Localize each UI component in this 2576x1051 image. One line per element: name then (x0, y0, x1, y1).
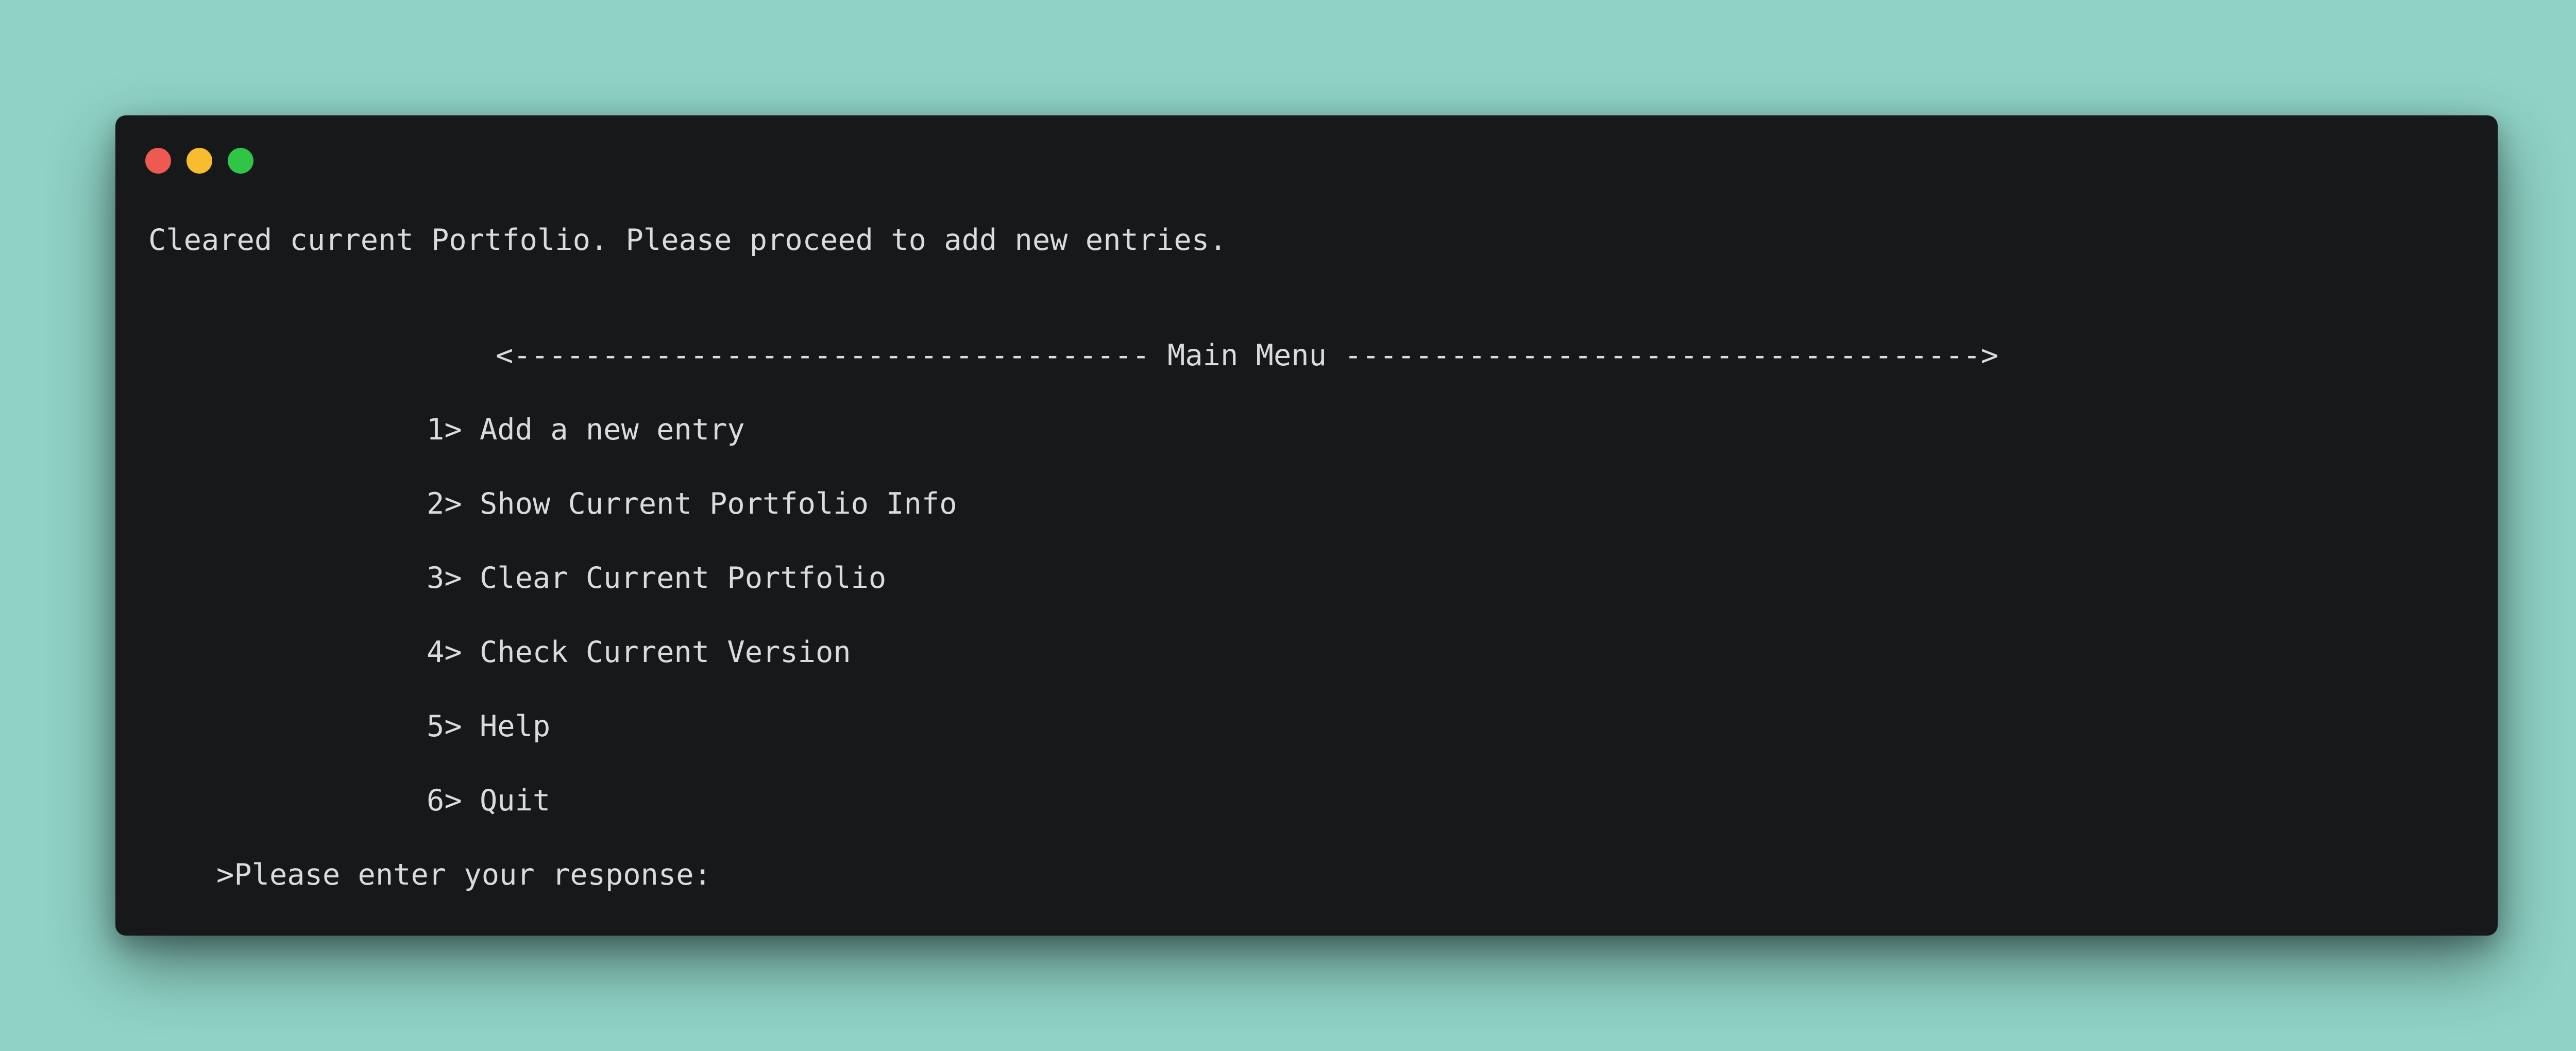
terminal-response-input[interactable] (700, 856, 968, 893)
menu-item-quit: 6> Quit (427, 784, 551, 818)
main-menu-header: <------------------------------------ Ma… (496, 338, 1998, 372)
menu-item-check-version: 4> Check Current Version (427, 635, 851, 669)
response-prompt: >Please enter your response: (216, 858, 711, 892)
window-titlebar (115, 115, 2498, 177)
maximize-window-icon[interactable] (228, 148, 253, 174)
menu-item-clear-portfolio: 3> Clear Current Portfolio (427, 561, 887, 595)
close-window-icon[interactable] (145, 148, 171, 174)
menu-item-add-entry: 1> Add a new entry (427, 413, 745, 447)
menu-item-show-portfolio: 2> Show Current Portfolio Info (427, 487, 957, 521)
minimize-window-icon[interactable] (187, 148, 212, 174)
terminal-window: Cleared current Portfolio. Please procee… (115, 115, 2498, 936)
menu-item-help: 5> Help (427, 709, 551, 743)
status-message: Cleared current Portfolio. Please procee… (148, 223, 1227, 257)
